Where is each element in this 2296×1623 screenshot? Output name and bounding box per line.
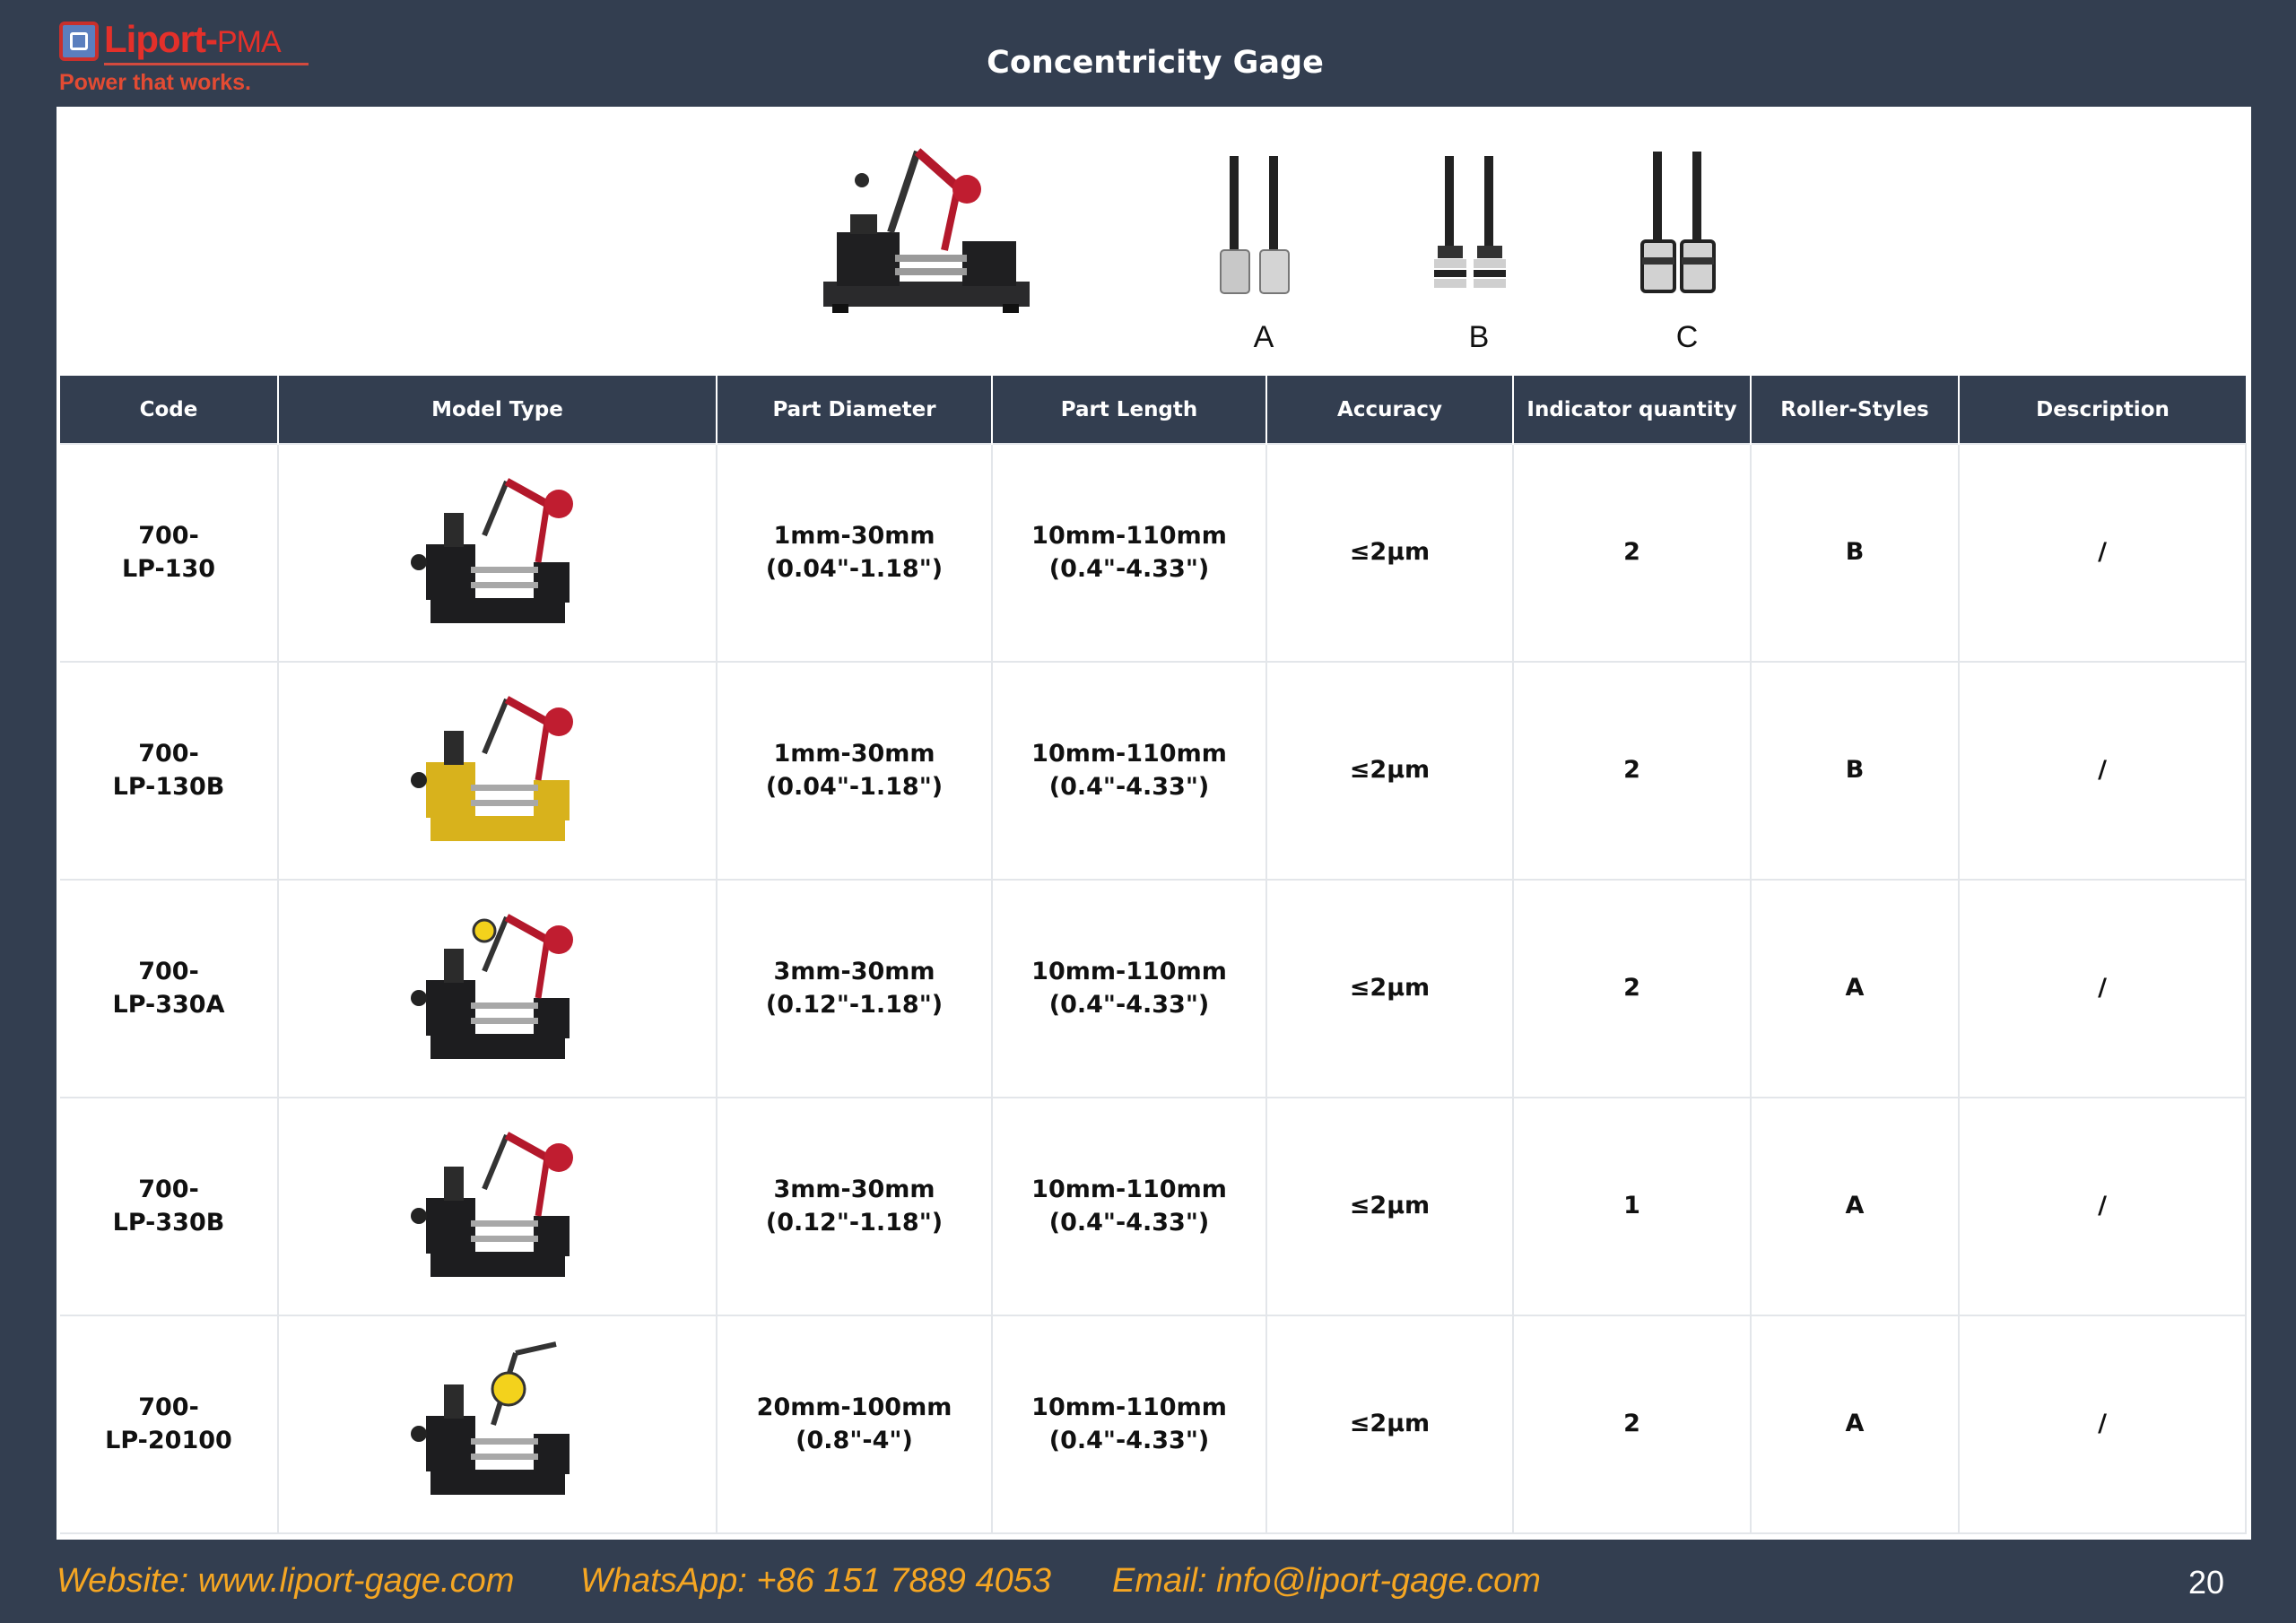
gage-image — [410, 1131, 573, 1277]
cell-roller-style: B — [1750, 443, 1960, 663]
cell-indicator-quantity: 1 — [1512, 1097, 1752, 1316]
cell-indicator-quantity: 2 — [1512, 1315, 1752, 1534]
col-header-part-length: Part Length — [991, 376, 1266, 444]
spec-table: Code Model Type Part Diameter Part Lengt… — [60, 376, 2247, 1534]
cell-roller-style: A — [1750, 879, 1960, 1098]
table-row: 700- LP-20100 20mm-100mm (0.8"-4") 10mm-11… — [60, 1315, 2247, 1534]
cell-part-length: 10mm-110mm (0.4"-4.33") — [991, 1097, 1267, 1316]
cell-description: / — [1958, 879, 2247, 1098]
hero-gage-image — [823, 148, 1030, 313]
col-header-model-type: Model Type — [277, 376, 717, 444]
cell-part-diameter: 20mm-100mm (0.8"-4") — [716, 1315, 993, 1534]
page-title: Concentricity Gage — [987, 45, 1324, 81]
cell-indicator-quantity: 2 — [1512, 443, 1752, 663]
cell-description: / — [1958, 443, 2247, 663]
roller-style-c-image — [1640, 152, 1716, 293]
gage-image — [410, 913, 573, 1059]
gage-image — [410, 695, 573, 841]
cell-accuracy: ≤2μm — [1265, 879, 1514, 1098]
cell-part-diameter: 1mm-30mm (0.04"-1.18") — [716, 443, 993, 663]
cell-accuracy: ≤2μm — [1265, 1097, 1514, 1316]
roller-label-b: B — [1468, 320, 1490, 354]
roller-style-a-image — [1220, 156, 1290, 294]
col-header-roller-styles: Roller-Styles — [1750, 376, 1959, 444]
col-header-indicator-quantity: Indicator quantity — [1512, 376, 1751, 444]
cell-accuracy: ≤2μm — [1265, 443, 1514, 663]
cell-part-length: 10mm-110mm (0.4"-4.33") — [991, 1315, 1267, 1534]
cell-model-image — [277, 1097, 718, 1316]
cell-roller-style: A — [1750, 1097, 1960, 1316]
cell-indicator-quantity: 2 — [1512, 661, 1752, 881]
cell-model-image — [277, 661, 718, 881]
table-row: 700- LP-130 1mm-30mm (0.04"-1.18") 10mm-11… — [60, 443, 2247, 663]
cell-part-length: 10mm-110mm (0.4"-4.33") — [991, 443, 1267, 663]
gage-image — [410, 1341, 570, 1495]
table-row: 700- LP-330A 3mm-30mm (0.12"-1.18") 10mm-1… — [60, 879, 2247, 1098]
table-body: 700- LP-130 1mm-30mm (0.04"-1.18") 10mm-11… — [60, 443, 2247, 1534]
cell-code: 700- LP-20100 — [60, 1315, 279, 1534]
cell-accuracy: ≤2μm — [1265, 1315, 1514, 1534]
cell-accuracy: ≤2μm — [1265, 661, 1514, 881]
footer-email[interactable]: Email: info@liport-gage.com — [1112, 1562, 1541, 1601]
cell-roller-style: B — [1750, 661, 1960, 881]
table-header-row: Code Model Type Part Diameter Part Lengt… — [60, 376, 2246, 444]
cell-description: / — [1958, 1097, 2247, 1316]
footer-website[interactable]: Website: www.liport-gage.com — [57, 1562, 514, 1601]
table-row: 700- LP-130B 1mm-30mm (0.04"-1.18") 10mm-1… — [60, 661, 2247, 881]
cell-part-diameter: 3mm-30mm (0.12"-1.18") — [716, 879, 993, 1098]
roller-style-b-image — [1434, 156, 1506, 288]
roller-label-c: C — [1675, 320, 1699, 354]
cell-code: 700- LP-130 — [60, 443, 279, 663]
roller-label-a: A — [1253, 320, 1274, 354]
cell-model-image — [277, 443, 718, 663]
col-header-code: Code — [60, 376, 278, 444]
gage-image — [410, 477, 573, 623]
cell-code: 700- LP-330B — [60, 1097, 279, 1316]
cell-part-diameter: 1mm-30mm (0.04"-1.18") — [716, 661, 993, 881]
cell-part-length: 10mm-110mm (0.4"-4.33") — [991, 879, 1267, 1098]
cell-code: 700- LP-330A — [60, 879, 279, 1098]
cell-model-image — [277, 879, 718, 1098]
col-header-part-diameter: Part Diameter — [716, 376, 992, 444]
cell-part-length: 10mm-110mm (0.4"-4.33") — [991, 661, 1267, 881]
content-panel: A B C Code Model Type Part Diameter Part… — [57, 107, 2251, 1540]
cell-description: / — [1958, 661, 2247, 881]
cell-description: / — [1958, 1315, 2247, 1534]
page-number: 20 — [2188, 1564, 2225, 1601]
cell-model-image — [277, 1315, 718, 1534]
col-header-accuracy: Accuracy — [1265, 376, 1513, 444]
cell-indicator-quantity: 2 — [1512, 879, 1752, 1098]
col-header-description: Description — [1958, 376, 2246, 444]
cell-code: 700- LP-130B — [60, 661, 279, 881]
footer-whatsapp[interactable]: WhatsApp: +86 151 7889 4053 — [580, 1562, 1051, 1601]
cell-part-diameter: 3mm-30mm (0.12"-1.18") — [716, 1097, 993, 1316]
table-row: 700- LP-330B 3mm-30mm (0.12"-1.18") 10mm-1… — [60, 1097, 2247, 1316]
cell-roller-style: A — [1750, 1315, 1960, 1534]
